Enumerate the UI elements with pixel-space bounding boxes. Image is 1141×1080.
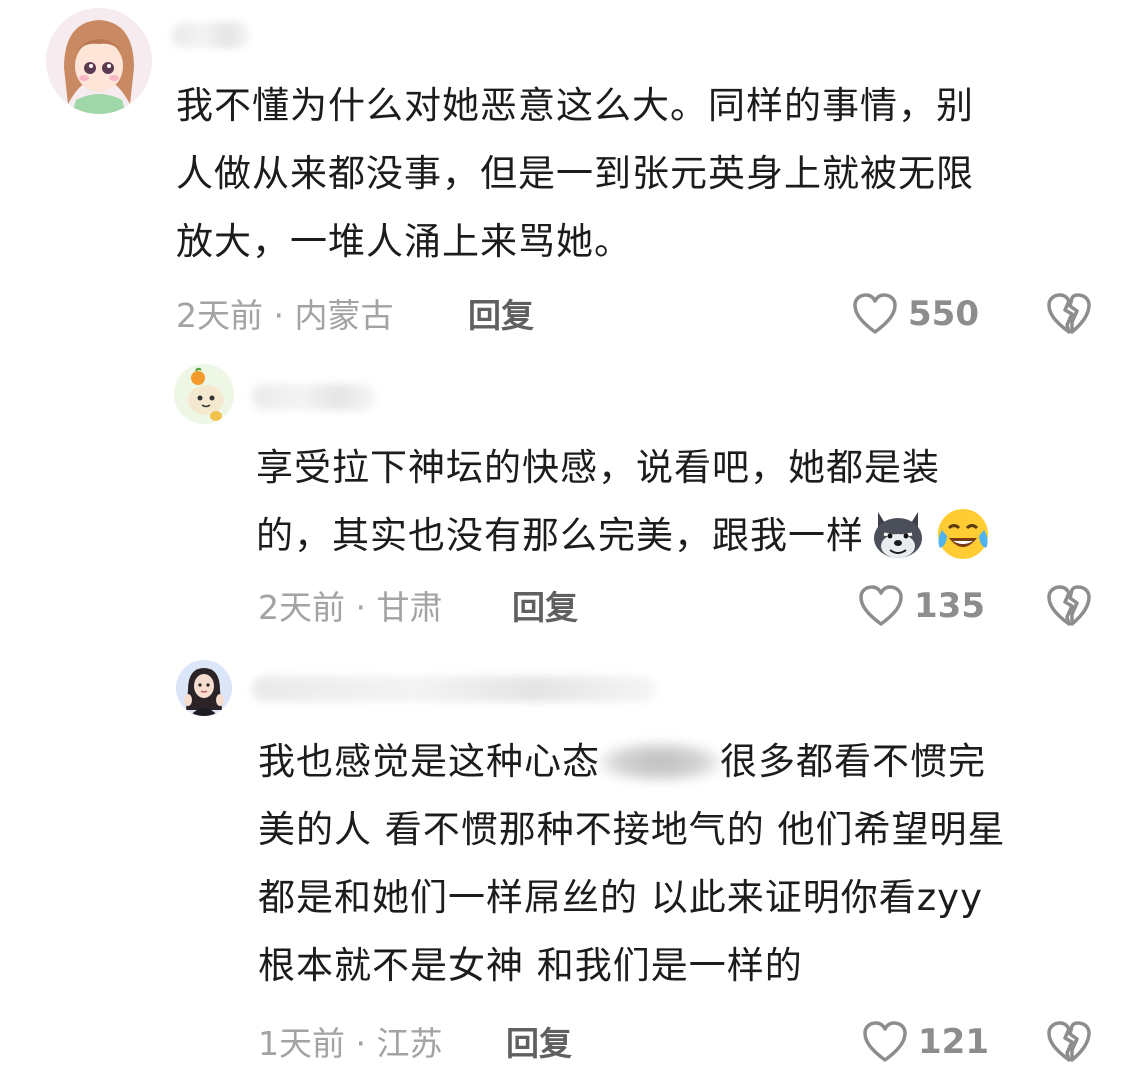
heart-outline-icon bbox=[863, 1021, 907, 1062]
like-count: 121 bbox=[918, 1022, 989, 1062]
username-redacted[interactable] bbox=[252, 384, 376, 410]
comment-line: 都是和她们一样屌丝的 以此来证明你看zyy bbox=[258, 876, 983, 919]
comment-body: 享受拉下神坛的快感，说看吧，她都是装 的，其实也没有那么完美，跟我一样 bbox=[256, 434, 1116, 570]
username-redacted[interactable] bbox=[252, 676, 656, 702]
dislike-button[interactable] bbox=[1046, 584, 1092, 632]
like-button[interactable]: 550 bbox=[852, 292, 979, 336]
comment-body: 我不懂为什么对她恶意这么大。同样的事情，别 人做从来都没事，但是一到张元英身上就… bbox=[176, 72, 1096, 276]
comment-line: 根本就不是女神 和我们是一样的 bbox=[258, 944, 803, 987]
like-count: 550 bbox=[908, 294, 979, 334]
comment-line: 人做从来都没事，但是一到张元英身上就被无限 bbox=[176, 152, 974, 195]
comment-line: 的，其实也没有那么完美，跟我一样 bbox=[256, 514, 864, 557]
comment-line: 我不懂为什么对她恶意这么大。同样的事情，别 bbox=[176, 84, 974, 127]
avatar[interactable] bbox=[174, 364, 234, 424]
reply-button[interactable]: 回复 bbox=[468, 296, 534, 336]
comment-line: 美的人 看不惯那种不接地气的 他们希望明星 bbox=[258, 808, 1006, 851]
comment-line: 放大，一堆人涌上来骂她。 bbox=[176, 220, 632, 263]
broken-heart-icon bbox=[1047, 293, 1091, 334]
wolf-emoji bbox=[868, 506, 928, 566]
like-count: 135 bbox=[914, 586, 985, 626]
comment-line: 享受拉下神坛的快感，说看吧，她都是装 bbox=[256, 446, 940, 489]
redacted-text bbox=[600, 742, 720, 782]
laugh-cry-emoji bbox=[934, 506, 992, 566]
avatar[interactable] bbox=[46, 8, 152, 114]
username-redacted[interactable] bbox=[172, 22, 250, 48]
dislike-button[interactable] bbox=[1046, 292, 1092, 340]
broken-heart-icon bbox=[1047, 585, 1091, 626]
avatar[interactable] bbox=[176, 660, 232, 716]
comment-meta: 2天前 · 甘肃 bbox=[258, 588, 443, 627]
comment-line: 很多都看不惯完 bbox=[720, 740, 986, 783]
reply-button[interactable]: 回复 bbox=[512, 588, 578, 628]
like-button[interactable]: 121 bbox=[862, 1020, 989, 1064]
comment-meta: 1天前 · 江苏 bbox=[258, 1024, 443, 1063]
like-button[interactable]: 135 bbox=[858, 584, 985, 628]
reply-button[interactable]: 回复 bbox=[506, 1024, 572, 1064]
comment-line: 我也感觉是这种心态 bbox=[258, 740, 600, 783]
comment-body: 我也感觉是这种心态 很多都看不惯完 美的人 看不惯那种不接地气的 他们希望明星 … bbox=[258, 728, 1118, 1000]
heart-outline-icon bbox=[859, 585, 903, 626]
dislike-button[interactable] bbox=[1046, 1020, 1092, 1068]
comment-meta: 2天前 · 内蒙古 bbox=[176, 296, 394, 335]
heart-outline-icon bbox=[853, 293, 897, 334]
broken-heart-icon bbox=[1047, 1021, 1091, 1062]
